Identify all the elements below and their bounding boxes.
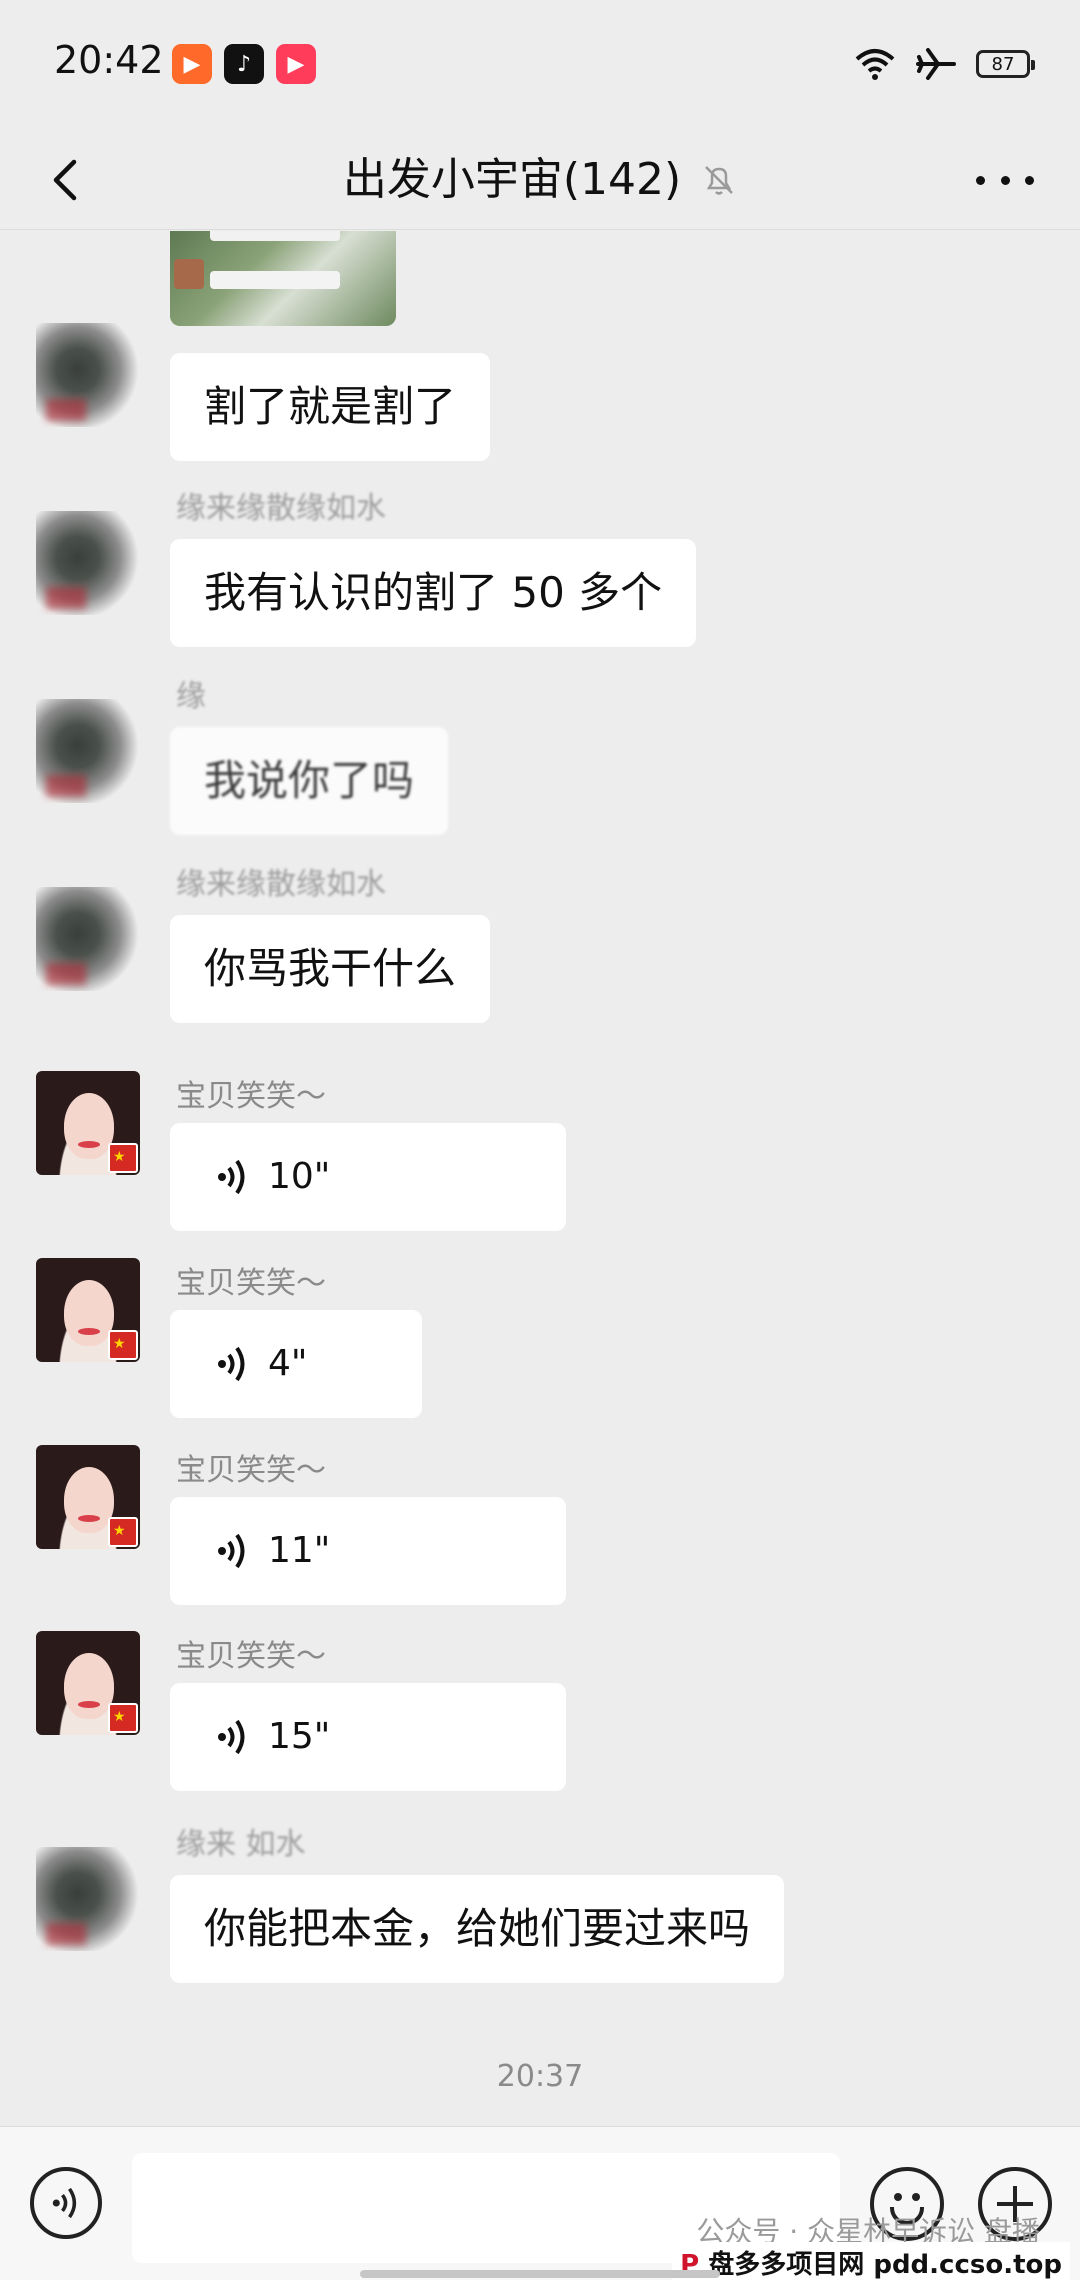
avatar[interactable] <box>36 699 140 803</box>
status-time: 20:42 <box>54 38 164 82</box>
china-flag-icon: ★ <box>108 1330 138 1360</box>
china-flag-icon: ★ <box>108 1703 138 1733</box>
avatar-face <box>64 1653 114 1719</box>
avatar-face <box>64 1467 114 1533</box>
avatar[interactable] <box>36 323 140 427</box>
avatar-face <box>64 1093 114 1159</box>
watermark-logo: P 盘多多项目网 pdd.ccso.top <box>672 2242 1070 2280</box>
voice-wave-icon <box>218 1533 245 1569</box>
emoji-eye <box>894 2193 902 2201</box>
chat-messages[interactable]: 割了就是割了 缘来缘散缘如水 我有认识的割了 50 多个 缘 我说你了吗 缘来缘… <box>0 231 1080 2131</box>
avatar-lips <box>78 1141 100 1148</box>
avatar-lips <box>78 1515 100 1522</box>
airplane-icon <box>916 48 956 80</box>
kuaishou-lite-icon: ▶ <box>276 44 316 84</box>
chat-title: 出发小宇宙(142) <box>342 154 682 205</box>
tiktok-icon: ♪ <box>224 44 264 84</box>
avatar[interactable]: ★ <box>36 1258 140 1362</box>
message-bubble[interactable]: 我说你了吗 <box>170 727 449 835</box>
voice-wave-icon <box>218 1159 245 1195</box>
chat-header: 出发小宇宙(142) <box>0 130 1080 230</box>
voice-duration: 10" <box>268 1156 331 1197</box>
message-bubble[interactable]: 割了就是割了 <box>170 353 491 461</box>
chat-title-container: 出发小宇宙(142) <box>0 130 1080 230</box>
back-button[interactable] <box>36 148 100 212</box>
dot <box>1000 175 1010 185</box>
avatar[interactable]: ★ <box>36 1631 140 1735</box>
bell-off-icon <box>705 166 734 195</box>
message-bubble[interactable]: 你能把本金，给她们要过来吗 <box>170 1875 785 1983</box>
message-bubble[interactable]: 你骂我干什么 <box>170 915 491 1023</box>
voice-message-bubble[interactable]: 15" <box>170 1683 566 1791</box>
sender-name: 宝贝笑笑～ <box>176 1453 326 1488</box>
dot <box>976 175 985 185</box>
sender-name: 缘来 如水 <box>176 1827 306 1862</box>
china-flag-icon: ★ <box>108 1517 138 1547</box>
avatar[interactable] <box>36 511 140 615</box>
voice-duration: 4" <box>268 1343 308 1384</box>
avatar-face <box>64 1280 114 1346</box>
chevron-left-icon <box>53 159 77 201</box>
voice-message-bubble[interactable]: 10" <box>170 1123 566 1231</box>
thumb-detail <box>210 271 340 289</box>
avatar[interactable] <box>36 1847 140 1951</box>
wifi-icon <box>855 49 895 80</box>
sender-name: 缘来缘散缘如水 <box>176 491 386 526</box>
sender-name: 宝贝笑笑～ <box>176 1639 326 1674</box>
voice-duration: 11" <box>268 1530 331 1571</box>
sender-name: 宝贝笑笑～ <box>176 1079 326 1114</box>
voice-wave-icon <box>218 1346 245 1382</box>
status-bar: 20:42 ▶ ♪ ▶ 87 <box>0 0 1080 130</box>
avatar-lips <box>78 1328 100 1335</box>
image-message-thumbnail[interactable] <box>170 231 396 326</box>
watermark-logo-text: 盘多多项目网 pdd.ccso.top <box>708 2250 1062 2280</box>
more-options-button[interactable] <box>970 154 1040 206</box>
voice-message-bubble[interactable]: 11" <box>170 1497 566 1605</box>
voice-duration: 15" <box>268 1716 331 1757</box>
voice-message-bubble[interactable]: 4" <box>170 1310 422 1418</box>
message-timestamp: 20:37 <box>496 2059 584 2094</box>
kuaishou-icon: ▶ <box>172 44 212 84</box>
battery-level: 87 <box>991 53 1015 75</box>
voice-wave-icon <box>52 2187 77 2219</box>
emoji-eye <box>912 2193 920 2201</box>
dot <box>1025 175 1034 185</box>
status-right-cluster: 87 <box>854 44 1035 84</box>
avatar[interactable]: ★ <box>36 1445 140 1549</box>
thumb-detail <box>210 231 340 241</box>
battery-icon: 87 <box>976 50 1035 78</box>
sender-name: 宝贝笑笑～ <box>176 1266 326 1301</box>
home-indicator[interactable] <box>360 2270 720 2278</box>
china-flag-icon: ★ <box>108 1143 138 1173</box>
thumb-detail <box>174 259 204 289</box>
message-bubble[interactable]: 我有认识的割了 50 多个 <box>170 539 697 647</box>
sender-name: 缘来缘散缘如水 <box>176 867 386 902</box>
avatar[interactable] <box>36 887 140 991</box>
avatar[interactable]: ★ <box>36 1071 140 1175</box>
avatar-lips <box>78 1701 100 1708</box>
voice-input-button[interactable] <box>30 2167 102 2239</box>
sender-name: 缘 <box>176 679 206 714</box>
voice-wave-icon <box>218 1719 245 1755</box>
